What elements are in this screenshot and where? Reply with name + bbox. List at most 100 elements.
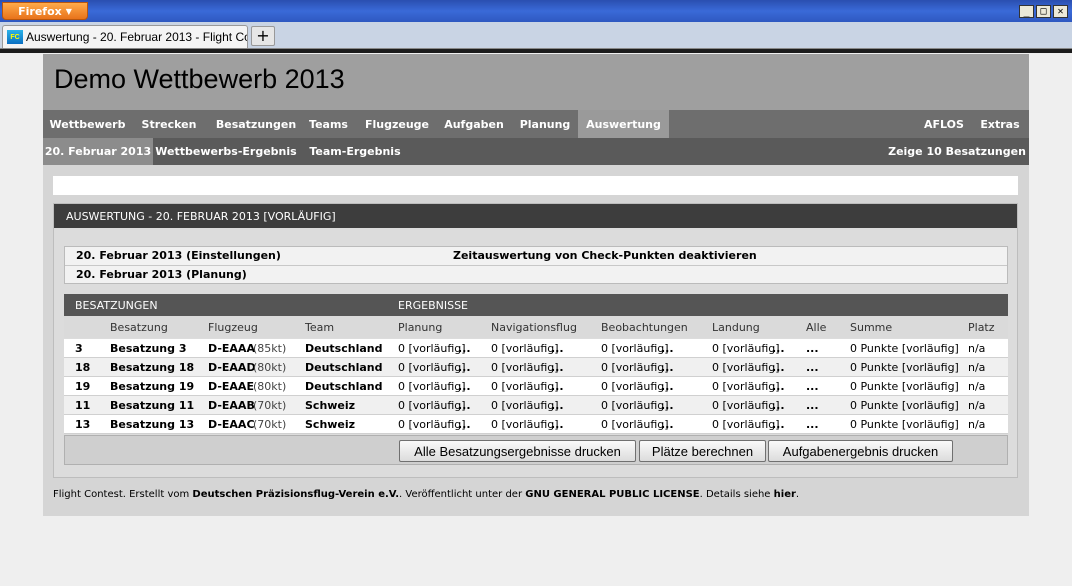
observation-more-link[interactable]: ... (661, 399, 674, 412)
observation-result: 0 [vorläufig] (601, 361, 669, 374)
maximize-button[interactable]: □ (1036, 5, 1051, 18)
subnav-date[interactable]: 20. Februar 2013 (43, 138, 153, 165)
landing-more-link[interactable]: ... (772, 418, 785, 431)
nav-aufgaben[interactable]: Aufgaben (438, 110, 510, 138)
nav-teams[interactable]: Teams (301, 110, 356, 138)
firefox-menu-label: Firefox (18, 4, 62, 18)
subnav-team-ergebnis[interactable]: Team-Ergebnis (303, 138, 407, 165)
navigation-more-link[interactable]: ... (551, 342, 564, 355)
tab-title: Auswertung - 20. Februar 2013 - Flight C… (26, 30, 248, 44)
col-flugzeug[interactable]: Flugzeug (208, 321, 258, 334)
nav-besatzungen[interactable]: Besatzungen (206, 110, 306, 138)
planning-result: 0 [vorläufig] (398, 361, 466, 374)
crew-link[interactable]: Besatzung 3 (110, 342, 187, 355)
planning-more-link[interactable]: ... (458, 399, 471, 412)
nav-planung[interactable]: Planung (513, 110, 577, 138)
print-all-results-button[interactable]: Alle Besatzungsergebnisse drucken (399, 440, 636, 462)
crew-link[interactable]: Besatzung 19 (110, 380, 194, 393)
calculate-places-button[interactable]: Plätze berechnen (639, 440, 766, 462)
sum-value: 0 Punkte [vorläufig] (850, 342, 959, 355)
observation-more-link[interactable]: ... (661, 380, 674, 393)
nav-strecken[interactable]: Strecken (133, 110, 205, 138)
results-section-label: ERGEBNISSE (398, 299, 469, 312)
close-window-button[interactable]: ✕ (1053, 5, 1068, 18)
table-row: 13 Besatzung 13 D-EAAC (70kt) Schweiz 0 … (64, 415, 1008, 434)
aircraft-link[interactable]: D-EAAB (208, 399, 255, 412)
planning-link[interactable]: 20. Februar 2013 (Planung) (76, 268, 247, 281)
checkpoint-toggle-link[interactable]: Zeitauswertung von Check-Punkten deaktiv… (453, 249, 757, 262)
crew-link[interactable]: Besatzung 18 (110, 361, 194, 374)
observation-more-link[interactable]: ... (661, 361, 674, 374)
landing-more-link[interactable]: ... (772, 342, 785, 355)
table-row: 11 Besatzung 11 D-EAAB (70kt) Schweiz 0 … (64, 396, 1008, 415)
all-link[interactable]: ... (806, 399, 819, 412)
landing-more-link[interactable]: ... (772, 399, 785, 412)
footer-text-1: Flight Contest. Erstellt vom (53, 489, 193, 500)
col-team[interactable]: Team (305, 321, 334, 334)
results-section-header: BESATZUNGEN ERGEBNISSE (64, 294, 1008, 316)
planning-more-link[interactable]: ... (458, 380, 471, 393)
row-number: 13 (75, 418, 91, 431)
team-link[interactable]: Deutschland (305, 380, 382, 393)
aircraft-link[interactable]: D-EAAD (208, 361, 256, 374)
navigation-more-link[interactable]: ... (551, 399, 564, 412)
aircraft-link[interactable]: D-EAAC (208, 418, 255, 431)
planning-more-link[interactable]: ... (458, 361, 471, 374)
all-link[interactable]: ... (806, 361, 819, 374)
settings-box: 20. Februar 2013 (Einstellungen) Zeitaus… (64, 246, 1008, 284)
team-link[interactable]: Deutschland (305, 361, 382, 374)
nav-extras[interactable]: Extras (975, 110, 1025, 138)
col-landung: Landung (712, 321, 760, 334)
team-link[interactable]: Schweiz (305, 399, 355, 412)
browser-tab[interactable]: FC Auswertung - 20. Februar 2013 - Fligh… (2, 25, 248, 48)
aircraft-link[interactable]: D-EAAA (208, 342, 255, 355)
details-link[interactable]: hier (774, 489, 796, 500)
browser-titlebar: Firefox ▼ _ □ ✕ (0, 0, 1072, 22)
all-link[interactable]: ... (806, 342, 819, 355)
settings-link[interactable]: 20. Februar 2013 (Einstellungen) (76, 249, 281, 262)
nav-aflos[interactable]: AFLOS (916, 110, 972, 138)
landing-more-link[interactable]: ... (772, 380, 785, 393)
evaluation-panel: AUSWERTUNG - 20. FEBRUAR 2013 [VORLÄUFIG… (53, 203, 1018, 478)
navigation-more-link[interactable]: ... (551, 361, 564, 374)
landing-result: 0 [vorläufig] (712, 342, 780, 355)
navigation-more-link[interactable]: ... (551, 380, 564, 393)
crew-link[interactable]: Besatzung 13 (110, 418, 194, 431)
sum-value: 0 Punkte [vorläufig] (850, 361, 959, 374)
all-link[interactable]: ... (806, 380, 819, 393)
license-link[interactable]: GNU GENERAL PUBLIC LICENSE (525, 489, 699, 500)
col-besatzung[interactable]: Besatzung (110, 321, 168, 334)
row-number: 19 (75, 380, 91, 393)
nav-auswertung[interactable]: Auswertung (578, 110, 669, 138)
planning-row: 20. Februar 2013 (Planung) (65, 265, 1007, 284)
new-tab-button[interactable]: + (251, 26, 275, 46)
message-bar (53, 176, 1018, 195)
org-link[interactable]: Deutschen Präzisionsflug-Verein e.V. (192, 489, 399, 500)
col-navigationsflug: Navigationsflug (491, 321, 577, 334)
table-row: 19 Besatzung 19 D-EAAE (80kt) Deutschlan… (64, 377, 1008, 396)
navigation-more-link[interactable]: ... (551, 418, 564, 431)
page-title: Demo Wettbewerb 2013 (54, 64, 345, 94)
col-platz: Platz (968, 321, 995, 334)
subnav-wettbewerbs-ergebnis[interactable]: Wettbewerbs-Ergebnis (153, 138, 299, 165)
planning-more-link[interactable]: ... (458, 418, 471, 431)
sum-value: 0 Punkte [vorläufig] (850, 418, 959, 431)
minimize-button[interactable]: _ (1019, 5, 1034, 18)
place-value: n/a (968, 342, 986, 355)
favicon-icon: FC (7, 30, 23, 44)
nav-wettbewerb[interactable]: Wettbewerb (43, 110, 132, 138)
aircraft-link[interactable]: D-EAAE (208, 380, 254, 393)
observation-more-link[interactable]: ... (661, 418, 674, 431)
team-link[interactable]: Deutschland (305, 342, 382, 355)
observation-more-link[interactable]: ... (661, 342, 674, 355)
nav-flugzeuge[interactable]: Flugzeuge (361, 110, 433, 138)
print-task-result-button[interactable]: Aufgabenergebnis drucken (768, 440, 953, 462)
landing-more-link[interactable]: ... (772, 361, 785, 374)
team-link[interactable]: Schweiz (305, 418, 355, 431)
firefox-menu-button[interactable]: Firefox ▼ (2, 2, 88, 20)
landing-result: 0 [vorläufig] (712, 418, 780, 431)
planning-more-link[interactable]: ... (458, 342, 471, 355)
crew-link[interactable]: Besatzung 11 (110, 399, 194, 412)
show-crews-link[interactable]: Zeige 10 Besatzungen (888, 138, 1026, 165)
all-link[interactable]: ... (806, 418, 819, 431)
